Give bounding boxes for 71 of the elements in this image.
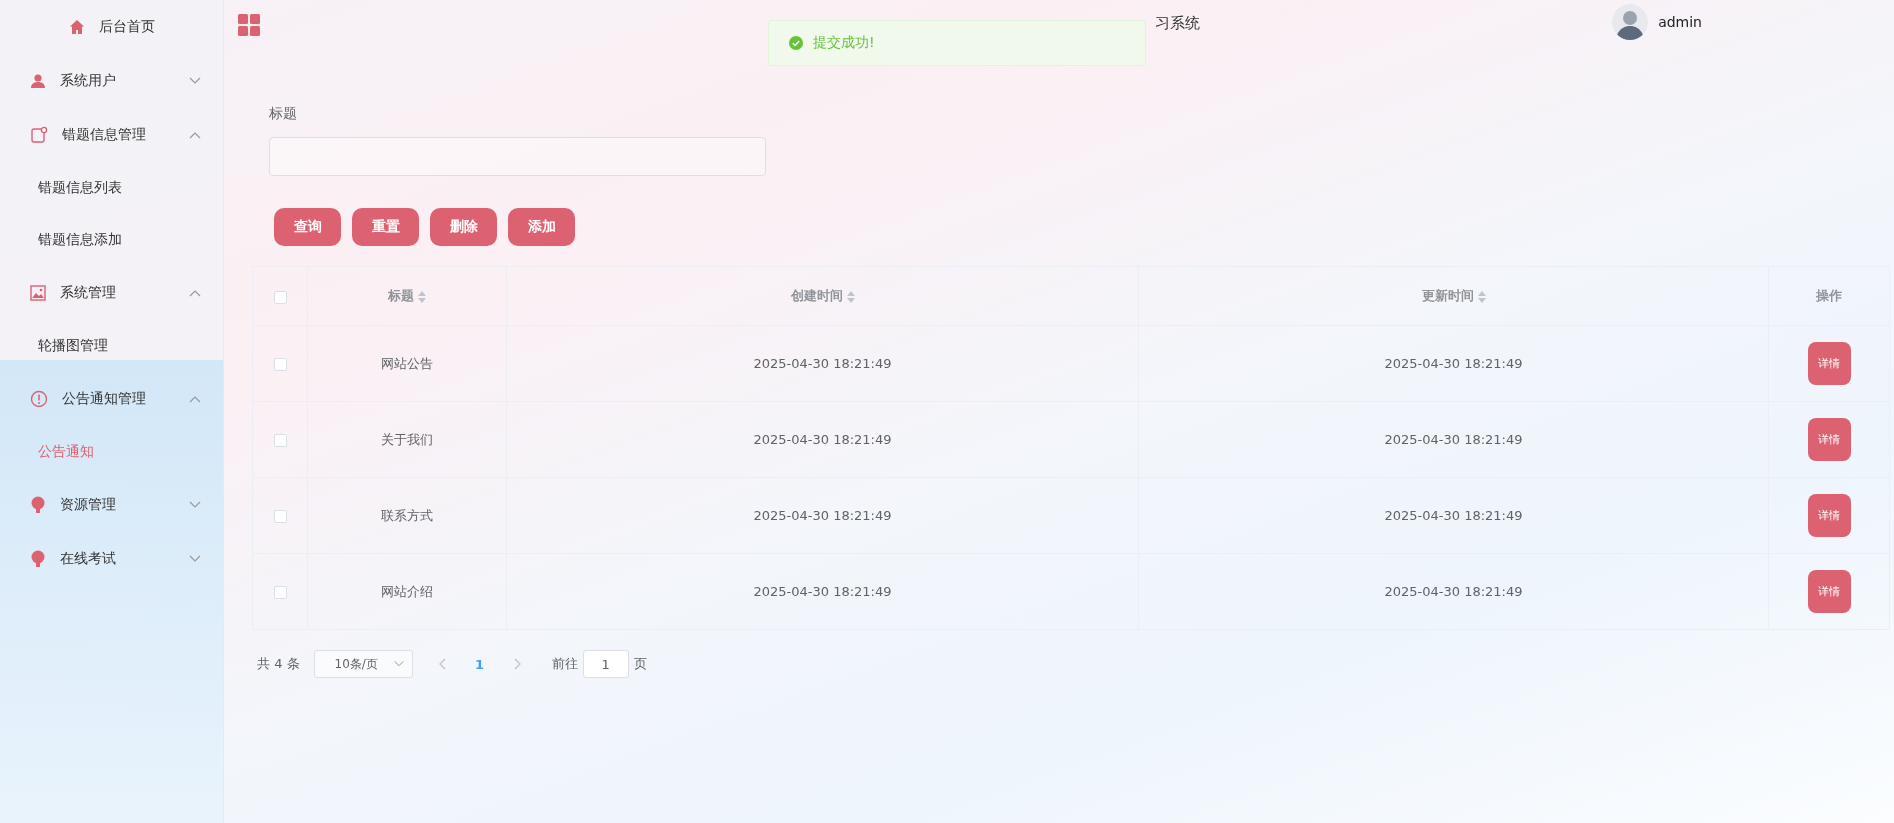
menu-item[interactable]: 系统用户 <box>0 54 223 108</box>
submenu-item[interactable]: 轮播图管理 <box>0 320 223 372</box>
submenu-item[interactable]: 错题信息列表 <box>0 162 223 214</box>
menu-item[interactable]: 后台首页 <box>0 0 223 54</box>
table-cell: 2025-04-30 18:21:49 <box>1384 508 1523 523</box>
details-button[interactable]: 详情 <box>1807 494 1851 537</box>
chevron-icon <box>189 289 201 297</box>
action-button[interactable]: 重置 <box>352 208 419 246</box>
menu-item[interactable]: 在线考试 <box>0 532 223 586</box>
chevron-icon <box>189 131 201 139</box>
user-name[interactable]: admin <box>1658 14 1702 30</box>
title-input[interactable] <box>269 137 766 176</box>
sort-icon[interactable] <box>418 290 426 303</box>
submenu-item[interactable]: 错题信息添加 <box>0 214 223 266</box>
details-button[interactable]: 详情 <box>1807 342 1851 385</box>
notebook-icon <box>30 126 48 144</box>
checkbox[interactable] <box>273 290 287 304</box>
table-cell: 2025-04-30 18:21:49 <box>1384 584 1523 599</box>
column-header: 更新时间 <box>1421 288 1474 303</box>
chevron-icon <box>189 395 201 403</box>
column-header: 操作 <box>1816 288 1842 303</box>
check-icon <box>789 36 803 50</box>
details-button[interactable]: 详情 <box>1807 570 1851 613</box>
menu-item[interactable]: 资源管理 <box>0 478 223 532</box>
table-cell: 联系方式 <box>381 507 433 523</box>
app-title: 习系统 <box>1154 14 1200 33</box>
prev-icon[interactable] <box>438 658 447 670</box>
checkbox[interactable] <box>273 358 287 371</box>
page-suffix: 页 <box>633 655 647 673</box>
sort-icon[interactable] <box>846 290 855 303</box>
details-button[interactable]: 详情 <box>1807 418 1851 461</box>
table-cell: 网站公告 <box>381 355 433 371</box>
image-icon <box>30 285 46 301</box>
grid-icon[interactable] <box>238 14 260 36</box>
column-header: 标题 <box>388 288 414 303</box>
action-button[interactable]: 添加 <box>508 208 575 246</box>
checkbox[interactable] <box>273 586 287 599</box>
menu-item[interactable]: 错题信息管理 <box>0 108 223 162</box>
table-cell: 2025-04-30 18:21:49 <box>753 584 892 599</box>
menu-item[interactable]: 系统管理 <box>0 266 223 320</box>
table-cell: 2025-04-30 18:21:49 <box>753 508 892 523</box>
field-label: 标题 <box>269 105 297 123</box>
table-cell: 2025-04-30 18:21:49 <box>753 356 892 371</box>
alert-icon <box>30 390 48 408</box>
home-icon <box>68 19 85 35</box>
sort-icon[interactable] <box>1477 290 1486 303</box>
avatar-icon[interactable] <box>1612 4 1649 40</box>
total-count: 共 4 条 <box>257 655 300 673</box>
table-cell: 2025-04-30 18:21:49 <box>1384 432 1523 447</box>
chevron-icon <box>189 77 201 85</box>
column-header: 创建时间 <box>790 288 843 303</box>
menu-item[interactable]: 公告通知管理 <box>0 372 223 426</box>
checkbox[interactable] <box>273 434 287 447</box>
chevron-icon <box>393 660 404 668</box>
table-cell: 关于我们 <box>381 431 433 447</box>
page-size-select[interactable]: 10条/页 <box>313 650 413 678</box>
chevron-icon <box>189 555 201 563</box>
table-cell: 2025-04-30 18:21:49 <box>753 432 892 447</box>
bulb-icon <box>30 496 46 514</box>
toast-message: 提交成功! <box>813 34 875 52</box>
bulb-icon <box>30 550 46 568</box>
goto-label: 前往 <box>551 655 578 673</box>
user-icon <box>30 73 46 89</box>
table-cell: 2025-04-30 18:21:49 <box>1384 356 1523 371</box>
action-button[interactable]: 删除 <box>430 208 497 246</box>
next-icon[interactable] <box>512 658 521 670</box>
checkbox[interactable] <box>273 510 287 523</box>
chevron-icon <box>189 501 201 509</box>
action-button[interactable]: 查询 <box>274 208 341 246</box>
page-input[interactable]: 1 <box>582 650 629 678</box>
table-cell: 网站介绍 <box>381 583 433 599</box>
